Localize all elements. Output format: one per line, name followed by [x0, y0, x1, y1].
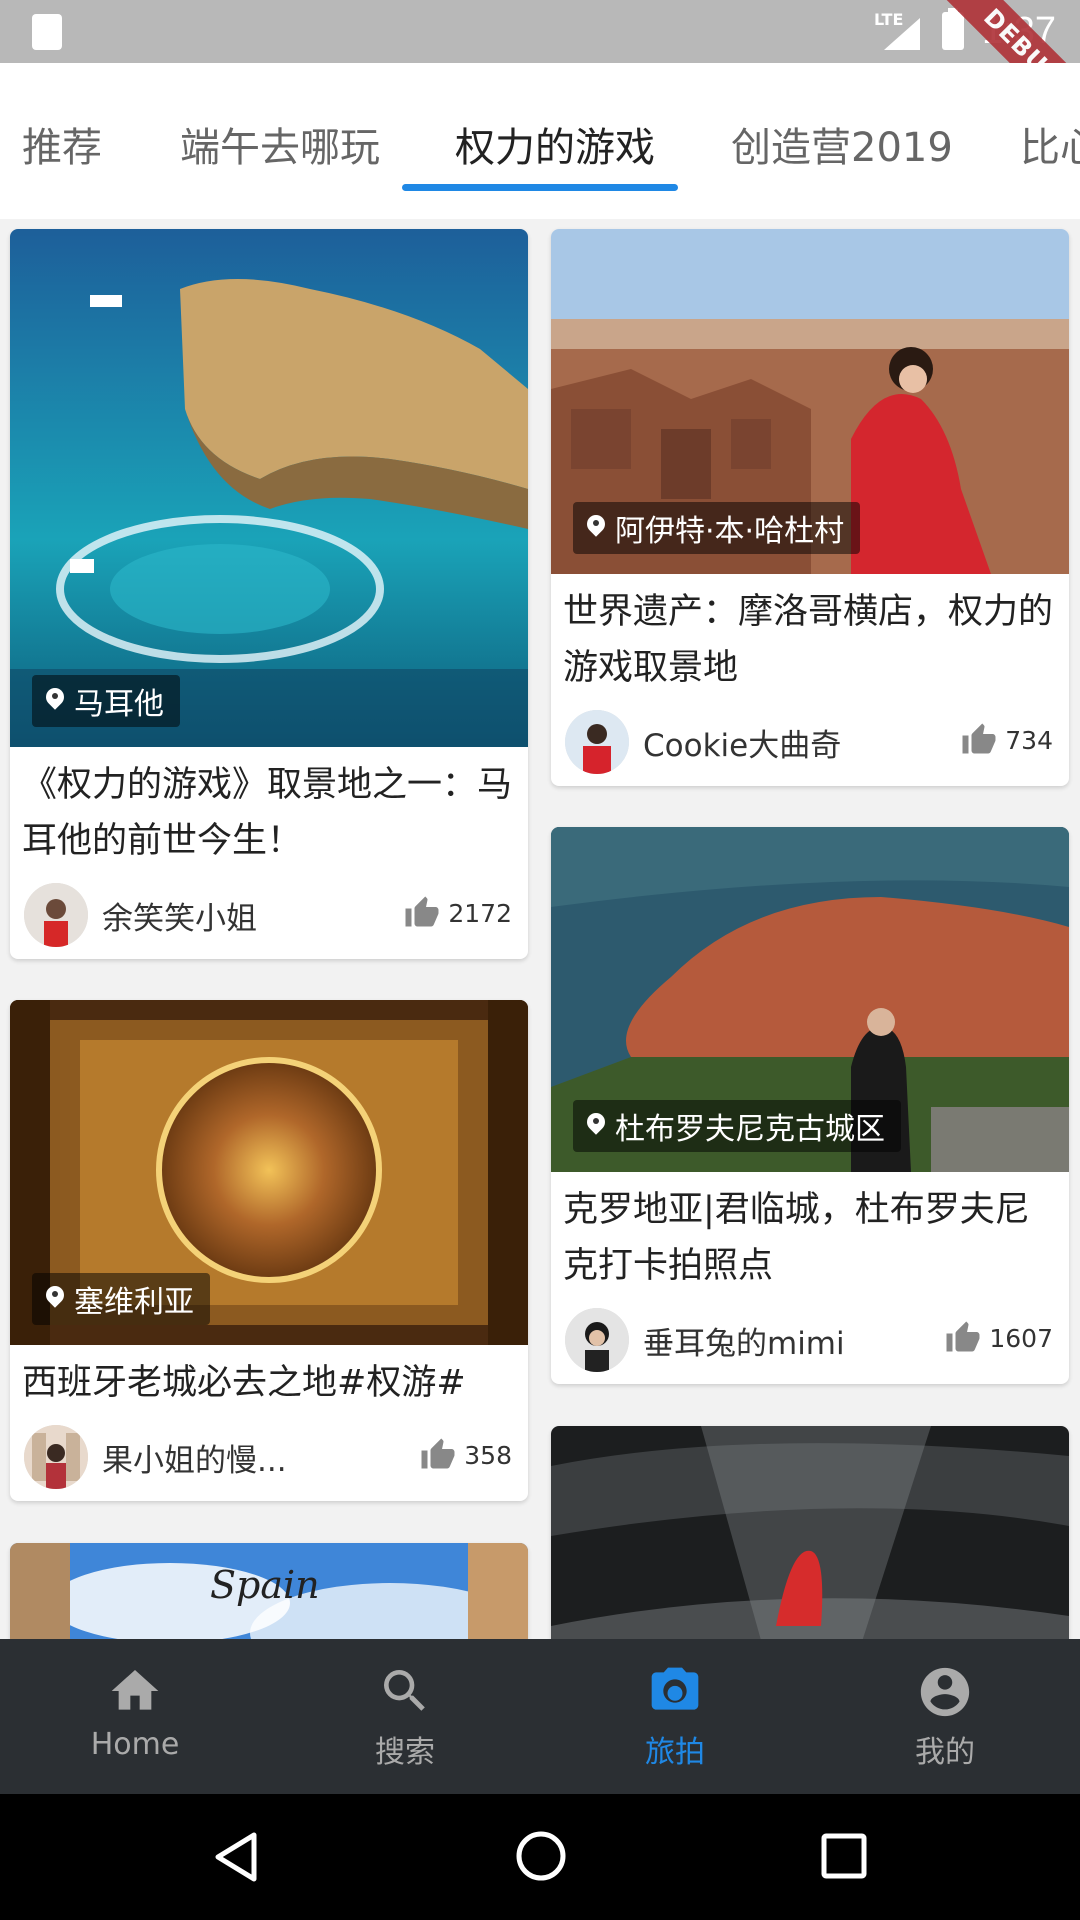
battery-icon: [942, 8, 964, 50]
status-bar: LTE 1:37 DEBUG: [0, 0, 1080, 144]
photo-caption: Spain: [210, 1563, 320, 1607]
card-photo: 杜布罗夫尼克古城区: [551, 827, 1069, 1172]
travel-card[interactable]: [551, 1426, 1069, 1639]
waterfall-feed[interactable]: 马耳他 《权力的游戏》取景地之一：马耳他的前世今生！ 余笑笑小姐 2172 阿伊…: [0, 219, 1080, 1639]
location-label: 塞维利亚: [74, 1285, 194, 1320]
card-title: 西班牙老城必去之地#权游#: [22, 1363, 466, 1403]
thumb-up-icon: [946, 1321, 980, 1352]
like-count-value: 734: [1005, 725, 1053, 755]
location-tag: 塞维利亚: [32, 1273, 210, 1325]
location-pin-icon: [587, 1113, 605, 1139]
card-footer: 垂耳兔的mimi 1607: [551, 1294, 1069, 1384]
travel-card[interactable]: Spain: [10, 1543, 528, 1639]
nav-travel-photo[interactable]: 旅拍: [540, 1639, 810, 1794]
location-tag: 阿伊特·本·哈杜村: [573, 502, 861, 554]
back-icon[interactable]: [210, 1831, 262, 1883]
camera-icon: [651, 1667, 699, 1710]
tab-game-of-thrones[interactable]: 权力的游戏: [455, 115, 655, 173]
thumb-up-icon: [421, 1438, 455, 1469]
bottom-navigation: Home 搜索 旅拍 我的: [0, 1639, 1080, 1794]
location-pin-icon: [587, 515, 605, 541]
recents-icon[interactable]: [820, 1832, 868, 1880]
location-label: 马耳他: [74, 687, 164, 722]
avatar[interactable]: [565, 1308, 629, 1372]
travel-card[interactable]: 马耳他 《权力的游戏》取景地之一：马耳他的前世今生！ 余笑笑小姐 2172: [10, 229, 528, 959]
tab-recommend[interactable]: 推荐: [22, 115, 102, 173]
category-tab-bar: 推荐 端午去哪玩 权力的游戏 创造营2019 比心: [0, 63, 1080, 219]
card-footer: 余笑笑小姐 2172: [10, 869, 528, 959]
card-photo: 阿伊特·本·哈杜村: [551, 229, 1069, 574]
like-count[interactable]: 734: [961, 722, 1053, 758]
tab-dragon-boat[interactable]: 端午去哪玩: [180, 115, 380, 173]
like-count-value: 1607: [989, 1323, 1053, 1353]
location-pin-icon: [46, 688, 64, 714]
avatar[interactable]: [565, 710, 629, 774]
nav-label: Home: [90, 1727, 180, 1762]
travel-card[interactable]: 阿伊特·本·哈杜村 世界遗产：摩洛哥横店，权力的游戏取景地 Cookie大曲奇 …: [551, 229, 1069, 786]
travel-card[interactable]: 塞维利亚 西班牙老城必去之地#权游# 果小姐的慢... 358: [10, 1000, 528, 1501]
card-photo: 马耳他: [10, 229, 528, 747]
location-label: 阿伊特·本·哈杜村: [615, 514, 845, 549]
nav-label: 我的: [915, 1735, 975, 1770]
card-title: 世界遗产：摩洛哥横店，权力的游戏取景地: [563, 592, 1054, 688]
card-photo: 塞维利亚: [10, 1000, 528, 1345]
location-pin-icon: [46, 1286, 64, 1312]
author-name[interactable]: 果小姐的慢...: [102, 1435, 287, 1480]
nav-home[interactable]: Home: [0, 1639, 270, 1794]
system-navigation-bar: [0, 1794, 1080, 1920]
like-count-value: 358: [464, 1440, 512, 1470]
card-title: 克罗地亚|君临城，杜布罗夫尼克打卡拍照点: [563, 1190, 1030, 1286]
card-photo: [551, 1426, 1069, 1639]
active-tab-indicator: [402, 184, 678, 191]
sd-card-icon: [32, 14, 62, 50]
thumb-up-icon: [962, 723, 996, 754]
location-tag: 杜布罗夫尼克古城区: [573, 1100, 901, 1152]
account-icon: [920, 1667, 970, 1717]
travel-card[interactable]: 杜布罗夫尼克古城区 克罗地亚|君临城，杜布罗夫尼克打卡拍照点 垂耳兔的mimi …: [551, 827, 1069, 1384]
author-name[interactable]: Cookie大曲奇: [643, 720, 841, 765]
card-photo: Spain: [10, 1543, 528, 1639]
author-name[interactable]: 余笑笑小姐: [102, 893, 257, 938]
location-label: 杜布罗夫尼克古城区: [615, 1112, 885, 1147]
home-button-icon[interactable]: [514, 1829, 568, 1883]
like-count[interactable]: 1607: [945, 1320, 1053, 1356]
thumb-up-icon: [405, 896, 439, 927]
avatar[interactable]: [24, 883, 88, 947]
like-count[interactable]: 358: [420, 1437, 512, 1473]
like-count-value: 2172: [448, 898, 512, 928]
signal-icon: [884, 18, 920, 50]
nav-label: 搜索: [375, 1735, 435, 1770]
nav-profile[interactable]: 我的: [810, 1639, 1080, 1794]
home-icon: [111, 1670, 159, 1710]
author-name[interactable]: 垂耳兔的mimi: [643, 1318, 845, 1363]
card-footer: Cookie大曲奇 734: [551, 696, 1069, 786]
tab-produce-camp[interactable]: 创造营2019: [731, 115, 953, 173]
nav-search[interactable]: 搜索: [270, 1639, 540, 1794]
card-title: 《权力的游戏》取景地之一：马耳他的前世今生！: [22, 765, 513, 861]
avatar[interactable]: [24, 1425, 88, 1489]
location-tag: 马耳他: [32, 675, 180, 727]
like-count[interactable]: 2172: [404, 895, 512, 931]
nav-label: 旅拍: [645, 1735, 705, 1770]
search-icon: [384, 1670, 425, 1711]
tab-bixin[interactable]: 比心: [1020, 115, 1080, 173]
card-footer: 果小姐的慢... 358: [10, 1411, 528, 1501]
